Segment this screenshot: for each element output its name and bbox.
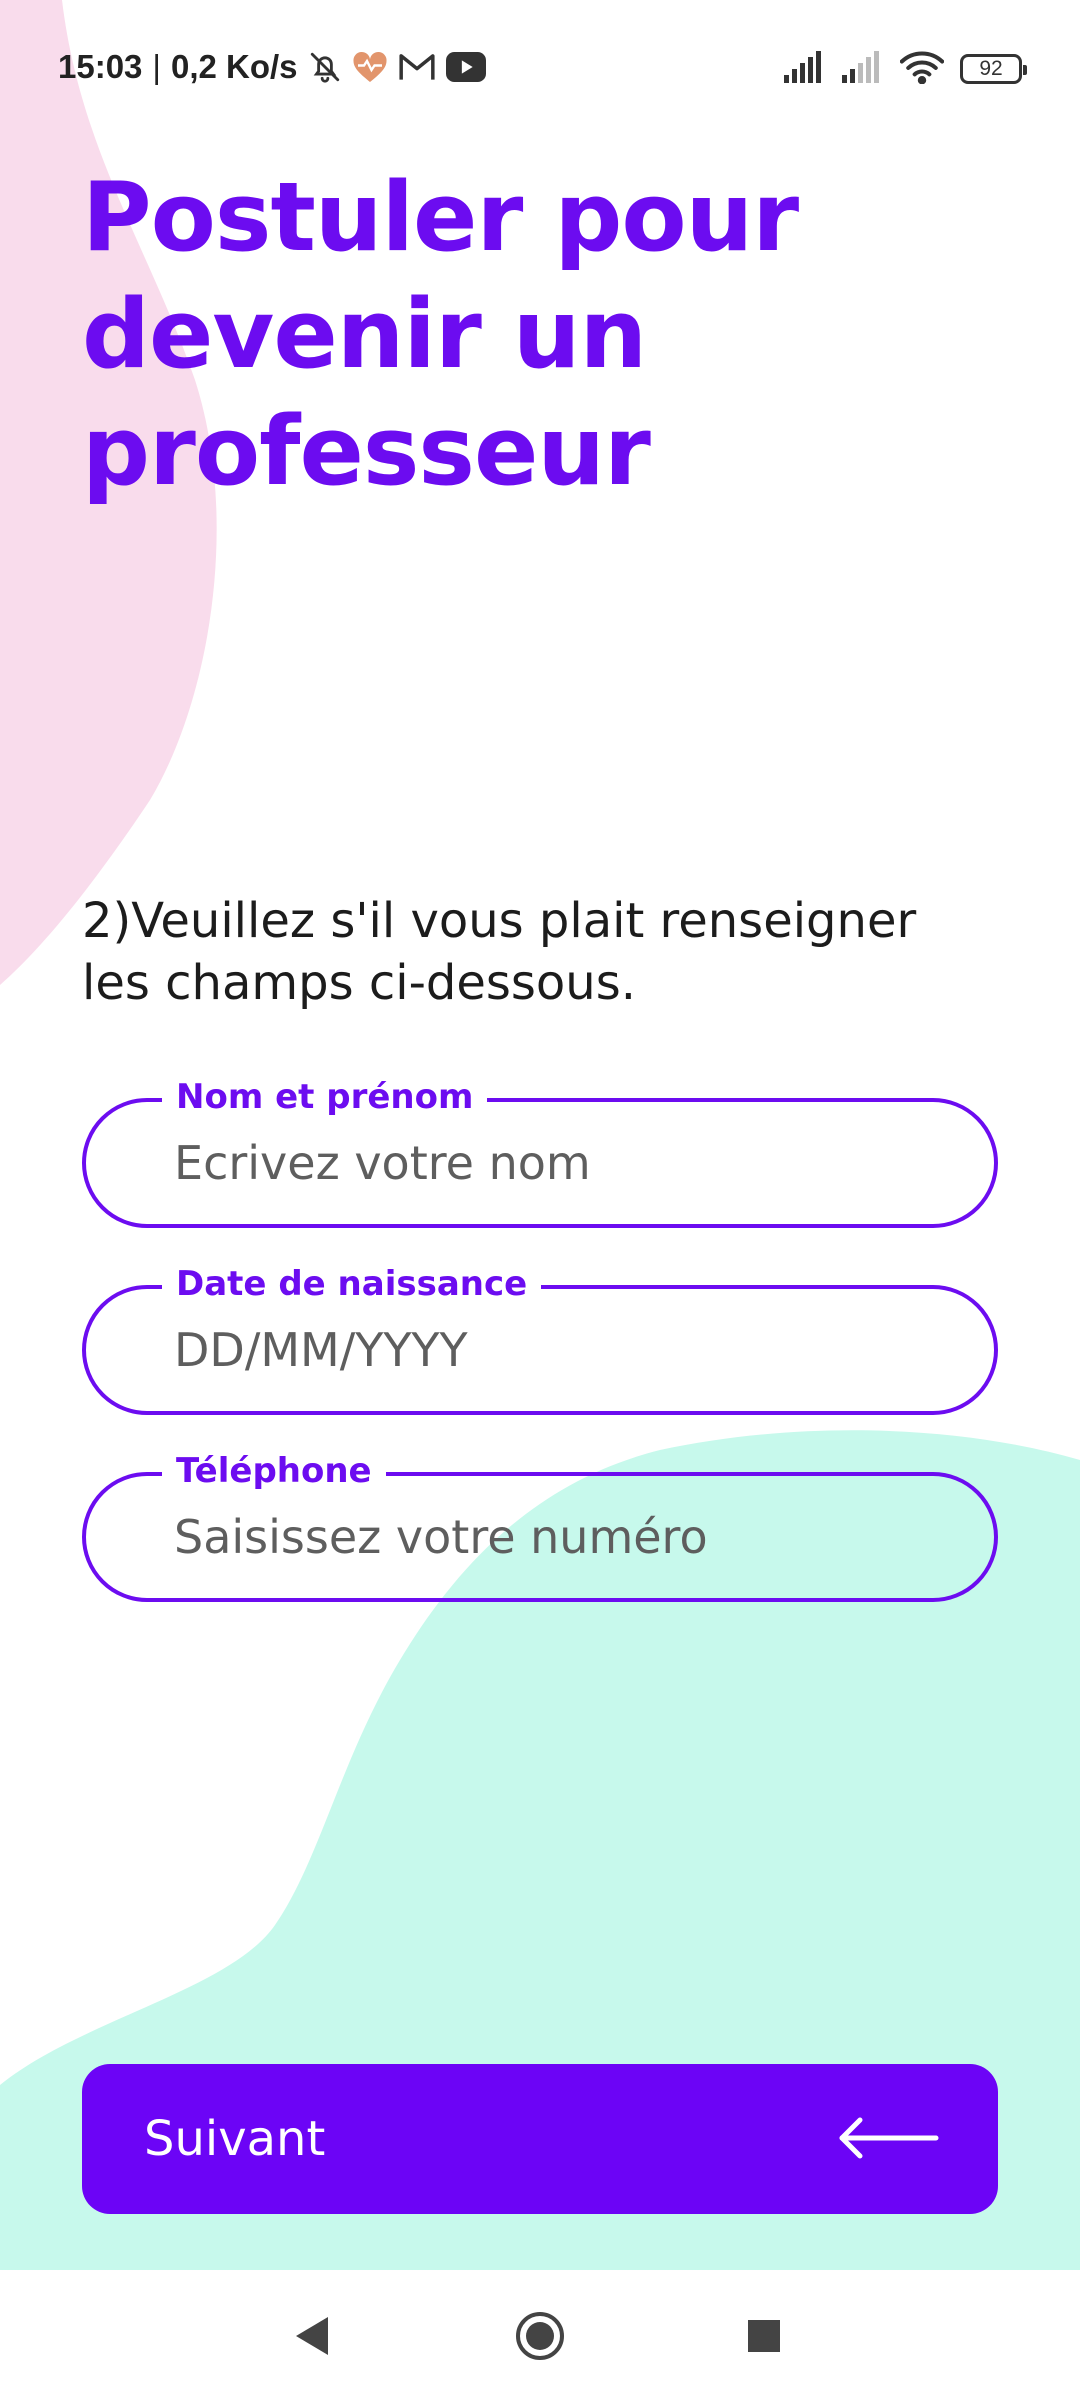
phone-input[interactable] <box>174 1500 954 1574</box>
name-field[interactable]: Nom et prénom <box>82 1077 998 1228</box>
status-bar: 15:03 | 0,2 Ko/s 92 <box>0 0 1080 134</box>
signal-weak-icon <box>842 51 884 87</box>
bell-off-icon <box>308 50 342 84</box>
birthdate-field-label: Date de naissance <box>162 1264 542 1304</box>
next-button-label: Suivant <box>144 2111 326 2167</box>
birthdate-field[interactable]: Date de naissance <box>82 1264 998 1415</box>
title-line: Postuler pour <box>82 163 799 273</box>
instruction-line: les champs ci-dessous. <box>82 955 636 1011</box>
phone-field[interactable]: Téléphone <box>82 1451 998 1602</box>
title-line: professeur <box>82 397 651 507</box>
battery-level: 92 <box>979 57 1003 80</box>
next-button[interactable]: Suivant <box>82 2064 998 2214</box>
back-icon[interactable] <box>274 2298 350 2374</box>
phone-field-label: Téléphone <box>162 1451 386 1491</box>
wifi-icon <box>899 50 945 88</box>
recents-icon[interactable] <box>726 2298 802 2374</box>
status-left: 15:03 | 0,2 Ko/s <box>58 42 486 92</box>
network-speed: 0,2 Ko/s <box>170 48 298 85</box>
battery-icon: 92 <box>960 54 1027 84</box>
status-right: 92 <box>784 44 1027 94</box>
title-line: devenir un <box>82 280 647 390</box>
arrow-left-icon <box>836 2115 940 2164</box>
instruction-line: 2)Veuillez s'il vous plait renseigner <box>82 893 917 949</box>
health-heart-icon <box>352 50 388 84</box>
navigation-bar <box>0 2270 1080 2400</box>
signal-icon <box>784 51 826 87</box>
status-separator: | <box>152 48 161 85</box>
instruction-text: 2)Veuillez s'il vous plait renseigner le… <box>82 890 1022 1014</box>
gmail-icon <box>398 52 436 82</box>
home-icon[interactable] <box>502 2298 578 2374</box>
name-input[interactable] <box>174 1126 954 1200</box>
page-title: Postuler pour devenir un professeur <box>82 160 982 511</box>
name-field-label: Nom et prénom <box>162 1077 488 1117</box>
status-time: 15:03 <box>58 48 143 85</box>
birthdate-input[interactable] <box>174 1313 954 1387</box>
youtube-icon <box>445 52 486 82</box>
